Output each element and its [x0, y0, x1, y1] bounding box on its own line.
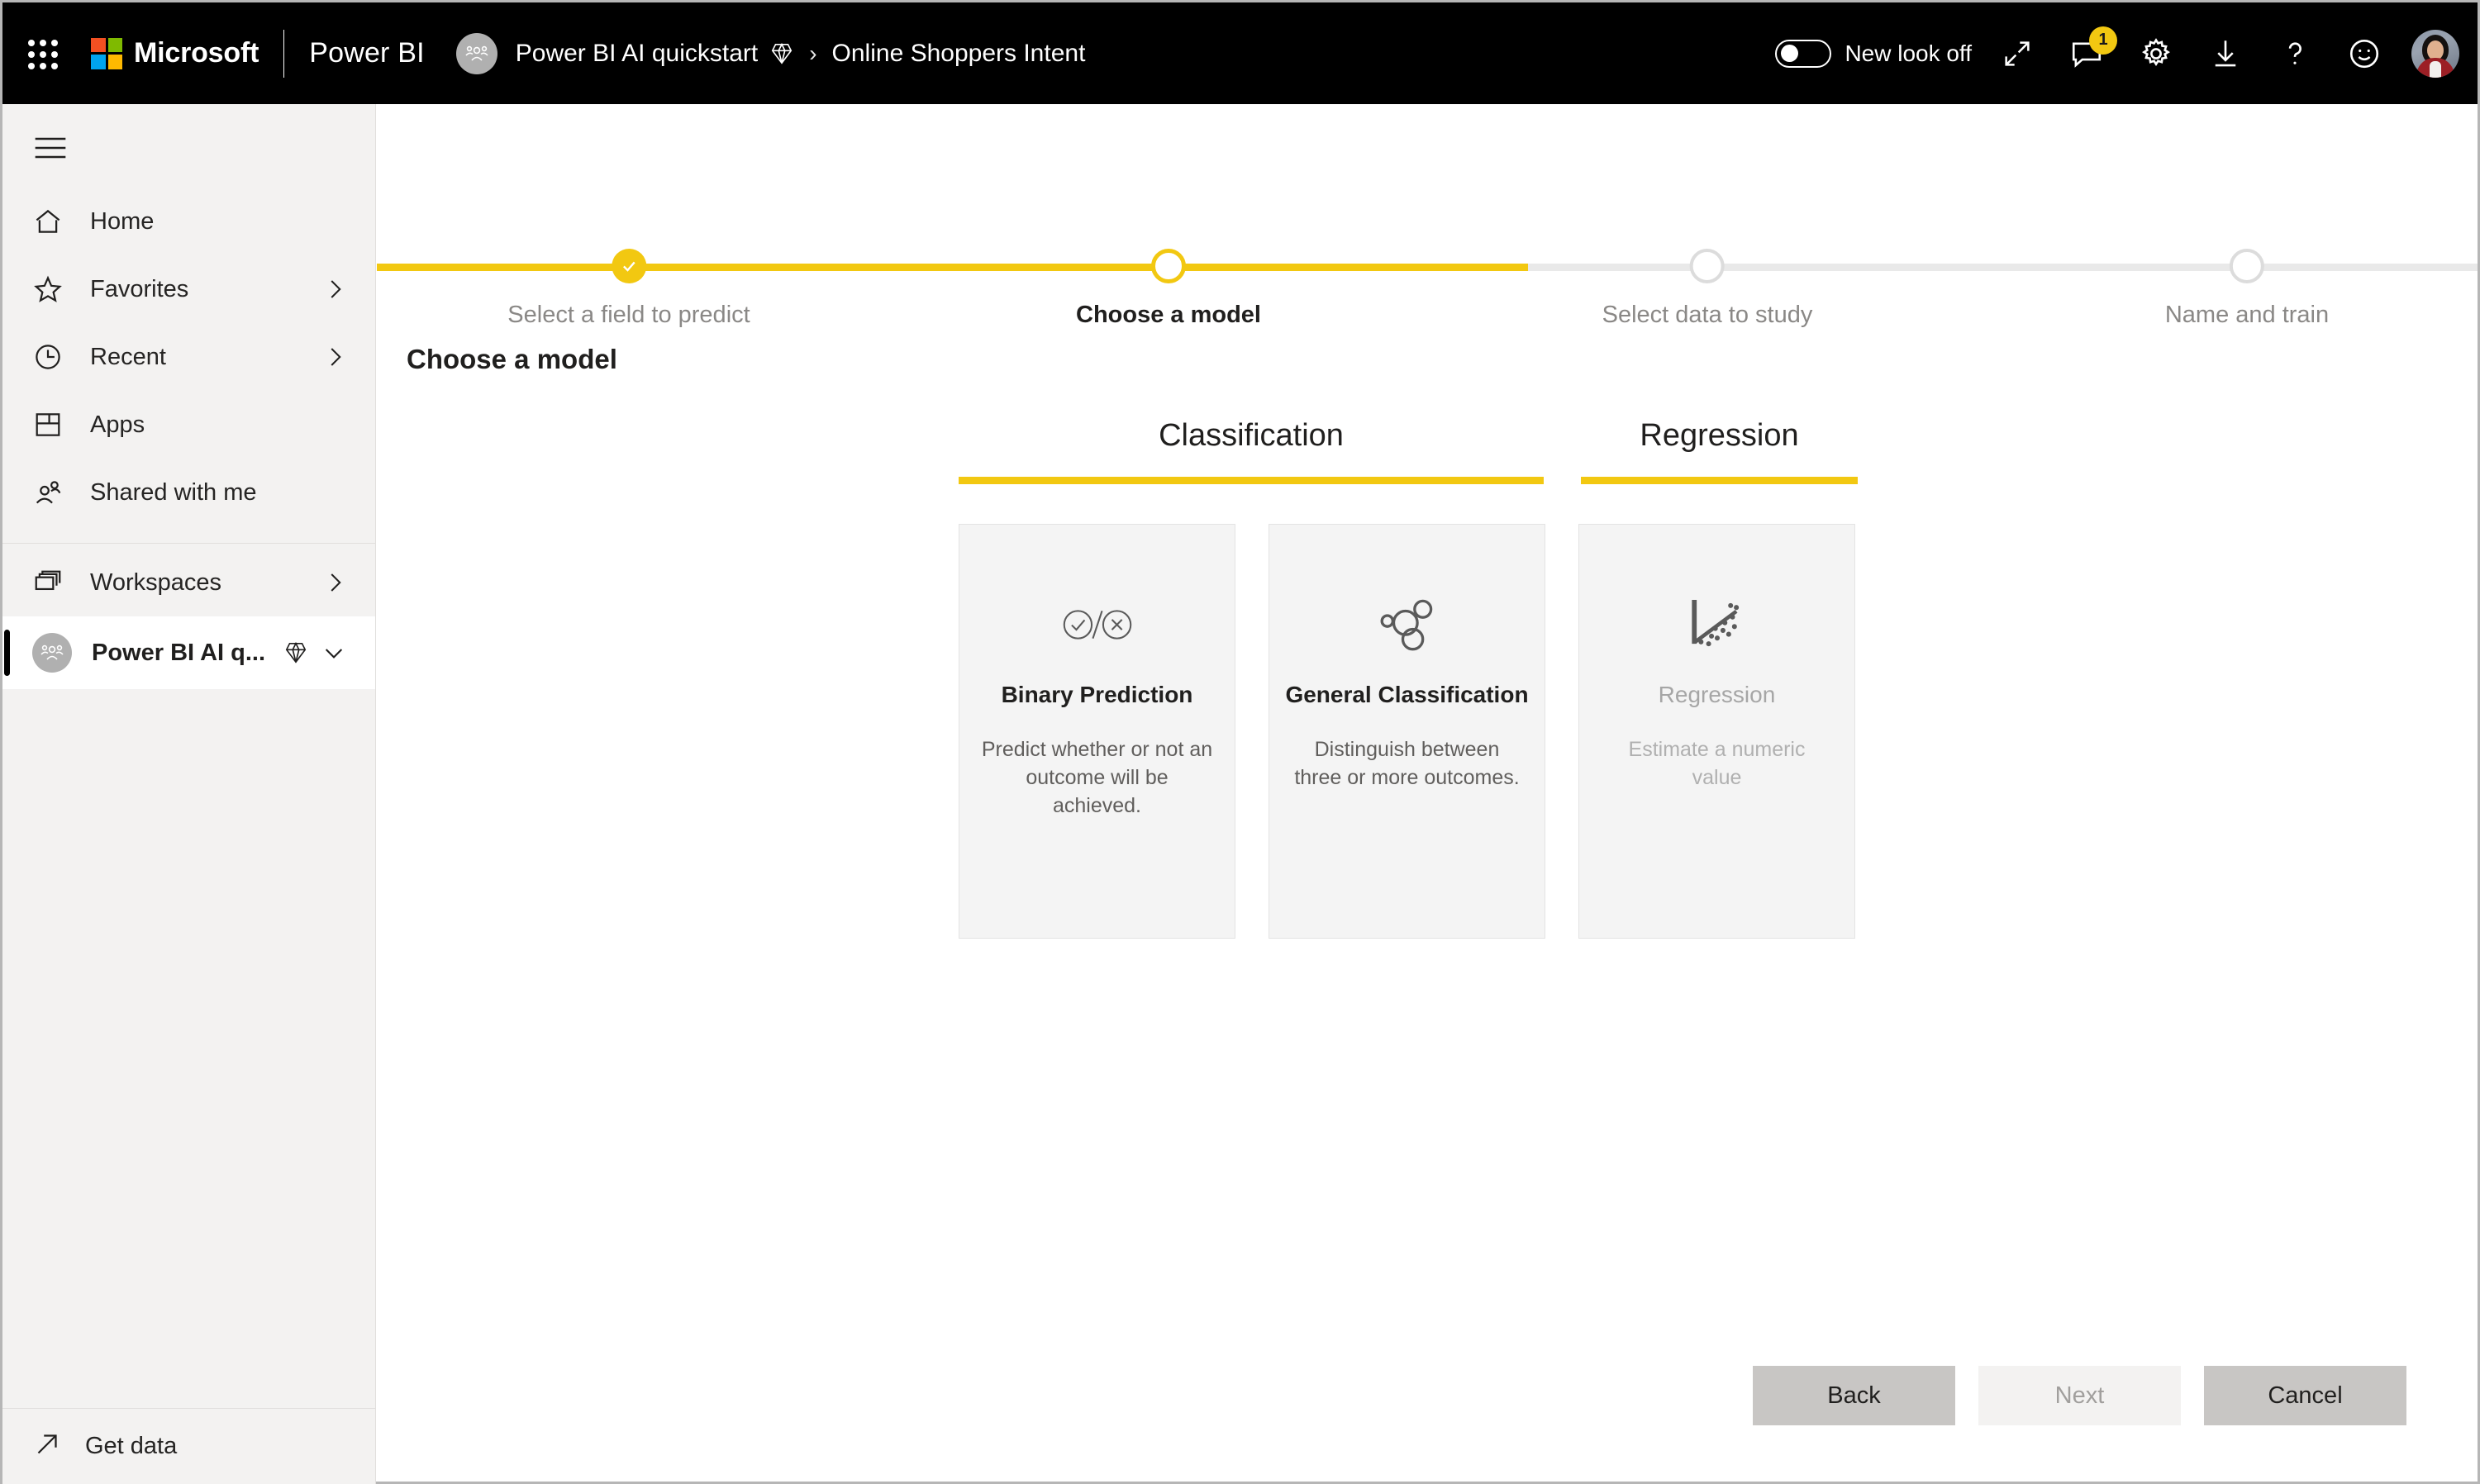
model-card-title: Binary Prediction [1001, 682, 1193, 707]
page-title: Choose a model [407, 344, 617, 374]
sidebar-item-apps[interactable]: Apps [2, 391, 375, 459]
home-icon [32, 206, 67, 237]
new-look-toggle[interactable] [1775, 39, 1832, 68]
workspace-avatar-icon [32, 633, 72, 673]
main-content-area: Select a field to predict Choose a model… [377, 104, 2478, 1482]
app-launcher-icon[interactable] [17, 28, 68, 79]
microsoft-logo[interactable]: Microsoft [91, 37, 259, 69]
sidebar-item-label: Apps [90, 411, 145, 438]
breadcrumb: Power BI AI quickstart › Online Shoppers… [455, 32, 1086, 74]
star-icon [32, 273, 67, 305]
chevron-right-icon[interactable] [322, 277, 347, 302]
people-icon [32, 477, 67, 508]
premium-diamond-icon [283, 640, 308, 665]
power-bi-product-link[interactable]: Power BI [309, 37, 425, 69]
help-icon[interactable] [2271, 30, 2319, 78]
breadcrumb-separator: › [809, 40, 817, 66]
stepper-step-name-and-train[interactable]: Name and train [2165, 249, 2329, 329]
sidebar-divider [2, 543, 375, 544]
header-divider [283, 29, 285, 78]
model-card-title: General Classification [1285, 682, 1529, 707]
sidebar-item-home[interactable]: Home [2, 188, 375, 255]
stepper-step-label: Select data to study [1602, 302, 1813, 328]
stepper-step-label: Select a field to predict [507, 302, 750, 328]
get-data-arrow-icon [32, 1429, 62, 1463]
avatar-face [2427, 40, 2444, 60]
sidebar-item-recent[interactable]: Recent [2, 323, 375, 391]
clock-icon [32, 341, 67, 373]
next-button: Next [1978, 1366, 2181, 1425]
chevron-right-icon[interactable] [322, 570, 347, 595]
tab-label: Regression [1640, 418, 1799, 453]
breadcrumb-current-item[interactable]: Online Shoppers Intent [832, 40, 1086, 68]
back-button[interactable]: Back [1753, 1366, 1955, 1425]
tab-active-underline [1581, 477, 1858, 484]
scatter-plot-trend-icon [1687, 589, 1748, 660]
microsoft-wordmark: Microsoft [134, 37, 259, 69]
model-card-regression: Regression Estimate a numeric value [1578, 524, 1855, 939]
avatar-shirt [2430, 60, 2441, 78]
stepper-step-choose-model[interactable]: Choose a model [1076, 249, 1261, 329]
workspaces-icon [32, 567, 67, 598]
sidebar-item-label: Shared with me [90, 478, 257, 506]
workspace-avatar-icon[interactable] [455, 32, 497, 74]
premium-diamond-icon [769, 41, 794, 66]
step-dot-completed [611, 249, 646, 283]
wizard-footer-buttons: Back Next Cancel [1753, 1366, 2406, 1425]
wizard-stepper: Select a field to predict Choose a model… [377, 104, 2478, 328]
sidebar-item-label: Favorites [90, 275, 189, 302]
model-card-description: Estimate a numeric value [1628, 738, 1806, 789]
tab-label: Classification [1159, 418, 1344, 453]
apps-icon [32, 409, 67, 440]
tab-regression[interactable]: Regression [1581, 418, 1858, 484]
smiley-feedback-icon[interactable] [2340, 30, 2388, 78]
sidebar-nav-list: Home Favorites Recent Apps Shared with m… [2, 188, 375, 689]
get-data-button[interactable]: Get data [2, 1408, 375, 1484]
get-data-label: Get data [85, 1433, 178, 1459]
microsoft-squares-icon [91, 37, 122, 69]
active-workspace-label: Power BI AI q... [92, 639, 266, 666]
step-dot-upcoming [2230, 249, 2264, 283]
gear-icon[interactable] [2132, 30, 2180, 78]
step-dot-current [1151, 249, 1186, 283]
chevron-down-icon[interactable] [321, 640, 347, 666]
step-dot-upcoming [1690, 249, 1725, 283]
chevron-right-icon[interactable] [322, 345, 347, 369]
stepper-step-label: Choose a model [1076, 302, 1261, 328]
stepper-step-label: Name and train [2164, 302, 2330, 328]
sidebar-item-favorites[interactable]: Favorites [2, 255, 375, 323]
avatar[interactable] [2411, 29, 2459, 78]
stepper-step-select-data[interactable]: Select data to study [1602, 249, 1813, 329]
header-right-actions: New look off 1 [1775, 26, 2478, 78]
left-navigation-sidebar: Home Favorites Recent Apps Shared with m… [2, 104, 376, 1484]
binary-check-cross-icon [1062, 589, 1133, 660]
sidebar-item-label: Recent [90, 343, 166, 370]
bubbles-cluster-icon [1378, 589, 1437, 660]
feedback-comment-icon[interactable]: 1 [2063, 26, 2117, 78]
sidebar-item-shared-with-me[interactable]: Shared with me [2, 459, 375, 526]
model-card-description: Predict whether or not an outcome will b… [981, 738, 1213, 817]
model-card-title: Regression [1658, 682, 1776, 707]
cancel-button[interactable]: Cancel [2204, 1366, 2406, 1425]
sidebar-item-active-workspace[interactable]: Power BI AI q... [2, 616, 375, 689]
power-bi-window: Microsoft Power BI Power BI AI quickstar… [0, 0, 2480, 1484]
breadcrumb-workspace-link[interactable]: Power BI AI quickstart [516, 40, 758, 68]
toggle-knob [1781, 45, 1799, 62]
download-icon[interactable] [2202, 30, 2249, 78]
expand-icon[interactable] [1993, 30, 2041, 78]
model-card-binary-prediction[interactable]: Binary Prediction Predict whether or not… [959, 524, 1235, 939]
tab-classification[interactable]: Classification [959, 418, 1544, 484]
new-look-toggle-label: New look off [1845, 40, 1972, 66]
hamburger-menu-icon[interactable] [2, 104, 74, 166]
top-header-bar: Microsoft Power BI Power BI AI quickstar… [2, 2, 2478, 104]
stepper-step-select-field[interactable]: Select a field to predict [507, 249, 750, 329]
sidebar-item-label: Workspaces [90, 568, 222, 596]
notification-badge: 1 [2089, 26, 2117, 55]
sidebar-item-workspaces[interactable]: Workspaces [2, 549, 375, 616]
model-card-general-classification[interactable]: General Classification Distinguish betwe… [1269, 524, 1545, 939]
sidebar-item-label: Home [90, 207, 155, 235]
tab-active-underline [959, 477, 1544, 484]
model-card-description: Distinguish between three or more outcom… [1294, 738, 1520, 789]
